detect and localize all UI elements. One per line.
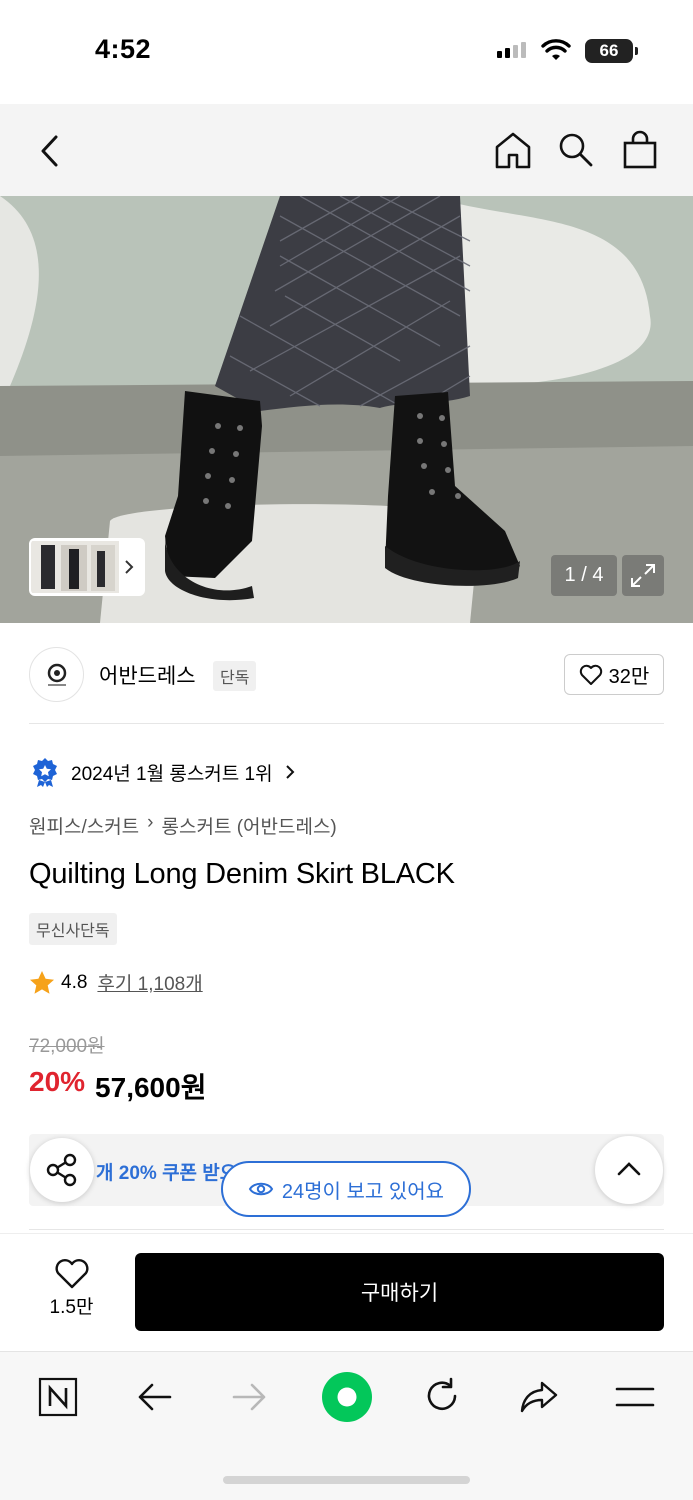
brand-like-count: 32만 [608, 666, 650, 688]
chevron-right-icon [285, 765, 295, 779]
search-icon[interactable] [557, 131, 595, 169]
cellular-signal-icon [497, 42, 526, 58]
breadcrumb-category[interactable]: 원피스/스커트 [29, 812, 139, 839]
back-icon[interactable] [38, 134, 62, 168]
battery-icon: 66 [585, 39, 638, 63]
star-icon [30, 971, 54, 994]
naver-n-icon[interactable] [38, 1377, 78, 1417]
back-arrow-icon[interactable] [134, 1377, 174, 1417]
expand-button[interactable] [622, 555, 664, 596]
sale-price: 57,600원 [95, 1072, 207, 1103]
original-price: 72,000원 [29, 1036, 105, 1057]
heart-icon [579, 664, 602, 685]
brand-emblem-icon [47, 663, 66, 686]
brand-logo[interactable] [29, 647, 84, 702]
menu-icon[interactable] [614, 1380, 656, 1414]
brand-like-button[interactable]: 32만 [564, 654, 664, 695]
wishlist-count: 1.5만 [49, 1297, 94, 1318]
buy-button[interactable]: 구매하기 [135, 1253, 664, 1331]
share-icon [46, 1153, 77, 1187]
sale-price-row: 20% 57,600원 [29, 1066, 206, 1106]
chevron-up-icon [617, 1162, 641, 1176]
home-icon[interactable] [493, 130, 533, 170]
exclusive-badge: 단독 [213, 661, 257, 691]
wifi-icon [541, 39, 571, 60]
product-title: Quilting Long Denim Skirt BLACK [29, 858, 455, 890]
chevron-right-icon [125, 560, 134, 574]
rating-row[interactable]: 4.8 후기 1,108개 [29, 969, 203, 996]
wishlist-button[interactable]: 1.5만 [44, 1258, 99, 1319]
divider [29, 723, 664, 724]
eye-icon [248, 1182, 274, 1196]
review-count-link[interactable]: 후기 1,108개 [97, 969, 202, 996]
share-button[interactable] [30, 1138, 94, 1202]
expand-icon [631, 564, 655, 587]
brand-name[interactable]: 어반드레스 [99, 660, 196, 690]
rating-value: 4.8 [61, 971, 88, 993]
breadcrumb-subcategory[interactable]: 롱스커트 (어반드레스) [162, 812, 337, 839]
refresh-icon[interactable] [422, 1376, 462, 1416]
ranking-badge-icon [33, 758, 57, 787]
ranking-link[interactable]: 2024년 1월 롱스커트 1위 [29, 756, 297, 788]
shopping-bag-icon[interactable] [621, 129, 659, 169]
forward-arrow-icon [232, 1383, 266, 1411]
status-time: 4:52 [95, 34, 152, 64]
scroll-to-top-button[interactable] [595, 1136, 663, 1204]
naver-green-dot-icon[interactable] [320, 1370, 374, 1424]
top-nav-bar [0, 104, 693, 196]
ranking-text: 2024년 1월 롱스커트 1위 [71, 763, 273, 785]
viewers-pill: 24명이 보고 있어요 [221, 1161, 471, 1217]
divider [29, 1229, 664, 1230]
heart-icon [54, 1259, 89, 1289]
product-tag: 무신사단독 [29, 913, 117, 945]
thumbnail-images [31, 541, 119, 593]
breadcrumb-separator-icon: › [147, 812, 154, 833]
breadcrumb: 원피스/스커트 › 롱스커트 (어반드레스) [29, 812, 337, 839]
discount-rate: 20% [29, 1066, 86, 1097]
viewers-text: 24명이 보고 있어요 [281, 1180, 445, 1203]
share-arrow-icon[interactable] [518, 1377, 560, 1417]
home-indicator[interactable] [223, 1476, 470, 1484]
gallery-thumbnail-strip[interactable] [29, 538, 145, 596]
image-counter: 1 / 4 [551, 555, 617, 596]
